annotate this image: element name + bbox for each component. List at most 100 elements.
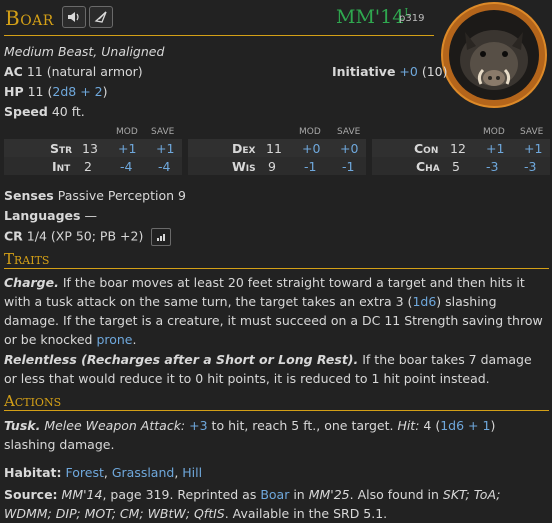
challenge-rating: CR 1/4 (XP 50; PB +2) — [4, 228, 172, 246]
action-tusk-name: Tusk. — [4, 418, 41, 433]
hp-value: 11 — [27, 84, 44, 99]
action-tusk-hit-label: Hit: — [397, 418, 420, 433]
armor-class: AC 11 (natural armor) — [4, 64, 143, 79]
int-score: 2 — [84, 159, 92, 174]
stat-block-con-cha: Con 12 +1 +1 Cha 5 -3 -3 — [372, 139, 550, 175]
source-label: Source: — [4, 487, 58, 502]
str-label: Str — [50, 141, 73, 156]
str-mod[interactable]: +1 — [118, 141, 136, 156]
source-book: MM'14 — [61, 487, 103, 502]
action-tusk: Tusk. Melee Weapon Attack: +3 to hit, re… — [4, 416, 544, 454]
languages: Languages — — [4, 208, 97, 223]
initiative-label: Initiative — [332, 64, 396, 79]
save-header: SAVE — [151, 127, 175, 137]
trait-relentless-name: Relentless (Recharges after a Short or L… — [4, 352, 359, 367]
source-code-text: MM'14 — [336, 6, 405, 28]
actions-divider — [4, 410, 549, 411]
cha-score: 5 — [452, 159, 460, 174]
initiative-mod[interactable]: +0 — [399, 64, 417, 79]
str-save[interactable]: +1 — [156, 141, 174, 156]
speed-value: 40 ft. — [51, 104, 85, 119]
dex-save[interactable]: +0 — [340, 141, 358, 156]
senses-label: Senses — [4, 188, 54, 203]
con-score: 12 — [450, 141, 466, 156]
save-header: SAVE — [520, 127, 544, 137]
stat-block-dex-wis: Dex 11 +0 +0 Wis 9 -1 -1 — [188, 139, 366, 175]
ac-label: AC — [4, 64, 23, 79]
prone-condition-link[interactable]: prone — [96, 332, 132, 347]
header-divider — [4, 35, 434, 36]
habitat-hill-link[interactable]: Hill — [182, 465, 202, 480]
int-label: Int — [52, 159, 71, 174]
source-text-1: , page 319. Reprinted as — [102, 487, 261, 502]
source-text-3: . Also found in — [349, 487, 443, 502]
cha-save[interactable]: -3 — [524, 159, 536, 174]
scale-cr-icon[interactable] — [151, 228, 172, 246]
speed: Speed 40 ft. — [4, 104, 85, 119]
mod-header: MOD — [299, 127, 321, 137]
cr-label: CR — [4, 228, 23, 244]
senses: Senses Passive Perception 9 — [4, 188, 186, 203]
actions-title: Actions — [4, 392, 62, 410]
int-save[interactable]: -4 — [158, 159, 170, 174]
traits-divider — [4, 268, 549, 269]
trait-charge-dice[interactable]: 1d6 — [412, 294, 436, 309]
action-tusk-damage: 4 ( — [423, 418, 441, 433]
languages-label: Languages — [4, 208, 81, 223]
ac-value: 11 (natural armor) — [26, 64, 143, 79]
roll-icon[interactable] — [89, 6, 113, 28]
wis-save[interactable]: -1 — [342, 159, 354, 174]
languages-value: — — [84, 208, 97, 223]
senses-value: Passive Perception 9 — [57, 188, 186, 203]
con-label: Con — [414, 141, 439, 156]
trait-charge-name: Charge. — [4, 275, 59, 290]
stat-row-con: Con 12 +1 +1 — [372, 139, 550, 157]
trait-charge-text-3: . — [132, 332, 137, 347]
hp-dice[interactable]: 2d8 + 2 — [52, 84, 102, 99]
trait-relentless: Relentless (Recharges after a Short or L… — [4, 350, 544, 388]
wis-mod[interactable]: -1 — [304, 159, 316, 174]
con-mod[interactable]: +1 — [486, 141, 504, 156]
habitat-grassland-link[interactable]: Grassland — [112, 465, 175, 480]
statblock-header: Boar MM'14L p319 — [0, 0, 433, 36]
creature-token-image[interactable] — [441, 2, 547, 108]
action-tusk-to-hit[interactable]: +3 — [189, 418, 207, 433]
dex-mod[interactable]: +0 — [302, 141, 320, 156]
cr-value: 1/4 (XP 50; PB +2) — [26, 228, 144, 244]
source-text-4: . Available in the SRD 5.1. — [224, 506, 388, 521]
action-tusk-dice[interactable]: 1d6 + 1 — [440, 418, 490, 433]
action-tusk-attack-type: Melee Weapon Attack: — [44, 418, 186, 433]
stat-row-int: Int 2 -4 -4 — [4, 157, 182, 175]
stat-row-str: Str 13 +1 +1 — [4, 139, 182, 157]
str-score: 13 — [82, 141, 98, 156]
source-info: Source: MM'14, page 319. Reprinted as Bo… — [4, 485, 549, 523]
speed-label: Speed — [4, 104, 48, 119]
cha-mod[interactable]: -3 — [486, 159, 498, 174]
stat-block-str-int: Str 13 +1 +1 Int 2 -4 -4 — [4, 139, 182, 175]
habitat-label: Habitat: — [4, 465, 62, 480]
hit-points: HP 11 (2d8 + 2) — [4, 84, 108, 99]
source-text-2: in — [289, 487, 309, 502]
stat-row-cha: Cha 5 -3 -3 — [372, 157, 550, 175]
initiative-score: (10) — [421, 64, 448, 79]
speaker-icon[interactable] — [62, 6, 86, 28]
habitat-forest-link[interactable]: Forest — [66, 465, 104, 480]
traits-title: Traits — [4, 250, 50, 268]
dex-label: Dex — [232, 141, 256, 156]
stat-row-wis: Wis 9 -1 -1 — [188, 157, 366, 175]
also-found-2: DIP; MOT; CM; WBtW; QftIS — [55, 506, 225, 521]
reprint-link[interactable]: Boar — [260, 487, 289, 502]
mod-header: MOD — [116, 127, 138, 137]
wis-label: Wis — [232, 159, 256, 174]
con-save[interactable]: +1 — [524, 141, 542, 156]
trait-charge: Charge. If the boar moves at least 20 fe… — [4, 273, 544, 349]
creature-name: Boar — [5, 6, 54, 30]
wis-score: 9 — [268, 159, 276, 174]
mod-header: MOD — [483, 127, 505, 137]
habitat: Habitat: Forest, Grassland, Hill — [4, 465, 203, 480]
stat-row-dex: Dex 11 +0 +0 — [188, 139, 366, 157]
dex-score: 11 — [266, 141, 282, 156]
int-mod[interactable]: -4 — [120, 159, 132, 174]
action-tusk-text-1: to hit, reach 5 ft., one target. — [211, 418, 394, 433]
size-type: Medium Beast, Unaligned — [4, 44, 165, 59]
